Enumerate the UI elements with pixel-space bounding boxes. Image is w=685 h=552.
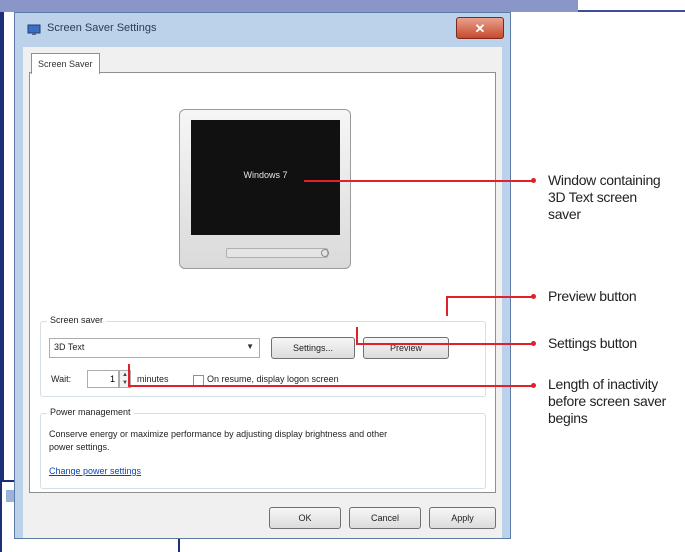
preview-button[interactable]: Preview bbox=[363, 337, 449, 359]
callout-vline-preview bbox=[446, 296, 448, 316]
power-description: Conserve energy or maximize performance … bbox=[49, 429, 388, 452]
screen-saver-settings-window: Screen Saver Settings ✕ Screen Saver Win… bbox=[14, 12, 511, 539]
monitor-preview: Windows 7 bbox=[179, 109, 351, 269]
power-management-legend: Power management bbox=[47, 407, 134, 417]
callout-line-wait bbox=[128, 385, 534, 387]
monitor-icon bbox=[27, 24, 41, 35]
callout-settings-text: Settings button bbox=[548, 335, 637, 351]
tab-screen-saver[interactable]: Screen Saver bbox=[31, 53, 100, 74]
power-management-group: Power management Conserve energy or maxi… bbox=[40, 407, 486, 489]
monitor-power-icon bbox=[321, 249, 329, 257]
chevron-down-icon: ▼ bbox=[246, 342, 254, 351]
screen-saver-legend: Screen saver bbox=[47, 315, 107, 325]
callout-line-preview bbox=[446, 296, 534, 298]
screen-saver-selected: 3D Text bbox=[54, 342, 85, 352]
window-title: Screen Saver Settings bbox=[47, 22, 157, 34]
callout-line-settings bbox=[356, 343, 534, 345]
close-icon: ✕ bbox=[474, 21, 486, 36]
settings-button[interactable]: Settings... bbox=[271, 337, 355, 359]
tab-panel: Windows 7 Screen saver 3D Text ▼ Setting… bbox=[29, 72, 496, 493]
preview-screen: Windows 7 bbox=[191, 120, 340, 235]
page-side-bar bbox=[0, 12, 4, 539]
callout-line-window bbox=[304, 180, 534, 182]
callout-dot-window bbox=[531, 178, 536, 183]
wait-label: Wait: bbox=[51, 374, 72, 384]
title-bar[interactable]: Screen Saver Settings ✕ bbox=[15, 13, 510, 47]
cancel-button[interactable]: Cancel bbox=[349, 507, 421, 529]
apply-button[interactable]: Apply bbox=[429, 507, 496, 529]
resume-logon-label[interactable]: On resume, display logon screen bbox=[207, 374, 339, 384]
preview-screen-text: Windows 7 bbox=[243, 170, 288, 180]
screen-saver-dropdown[interactable]: 3D Text ▼ bbox=[49, 338, 260, 358]
wait-minutes-input[interactable]: 1 bbox=[87, 370, 119, 388]
page-rule bbox=[578, 10, 685, 12]
callout-preview-text: Preview button bbox=[548, 288, 637, 304]
minutes-label: minutes bbox=[137, 374, 169, 384]
callout-dot-wait bbox=[531, 383, 536, 388]
change-power-settings-link[interactable]: Change power settings bbox=[49, 466, 141, 476]
ok-button[interactable]: OK bbox=[269, 507, 341, 529]
callout-wait-text: Length of inactivity before screen saver… bbox=[548, 376, 667, 426]
page-banner bbox=[0, 0, 578, 12]
callout-dot-preview bbox=[531, 294, 536, 299]
callout-window-text: Window containing 3D Text screen saver bbox=[548, 172, 661, 222]
dialog-client-area: Screen Saver Windows 7 Screen saver 3D T… bbox=[23, 47, 502, 538]
callout-dot-settings bbox=[531, 341, 536, 346]
monitor-bezel-bar bbox=[226, 248, 328, 258]
callout-vline-wait bbox=[128, 364, 130, 386]
close-button[interactable]: ✕ bbox=[456, 17, 504, 39]
callout-vline-settings bbox=[356, 327, 358, 345]
